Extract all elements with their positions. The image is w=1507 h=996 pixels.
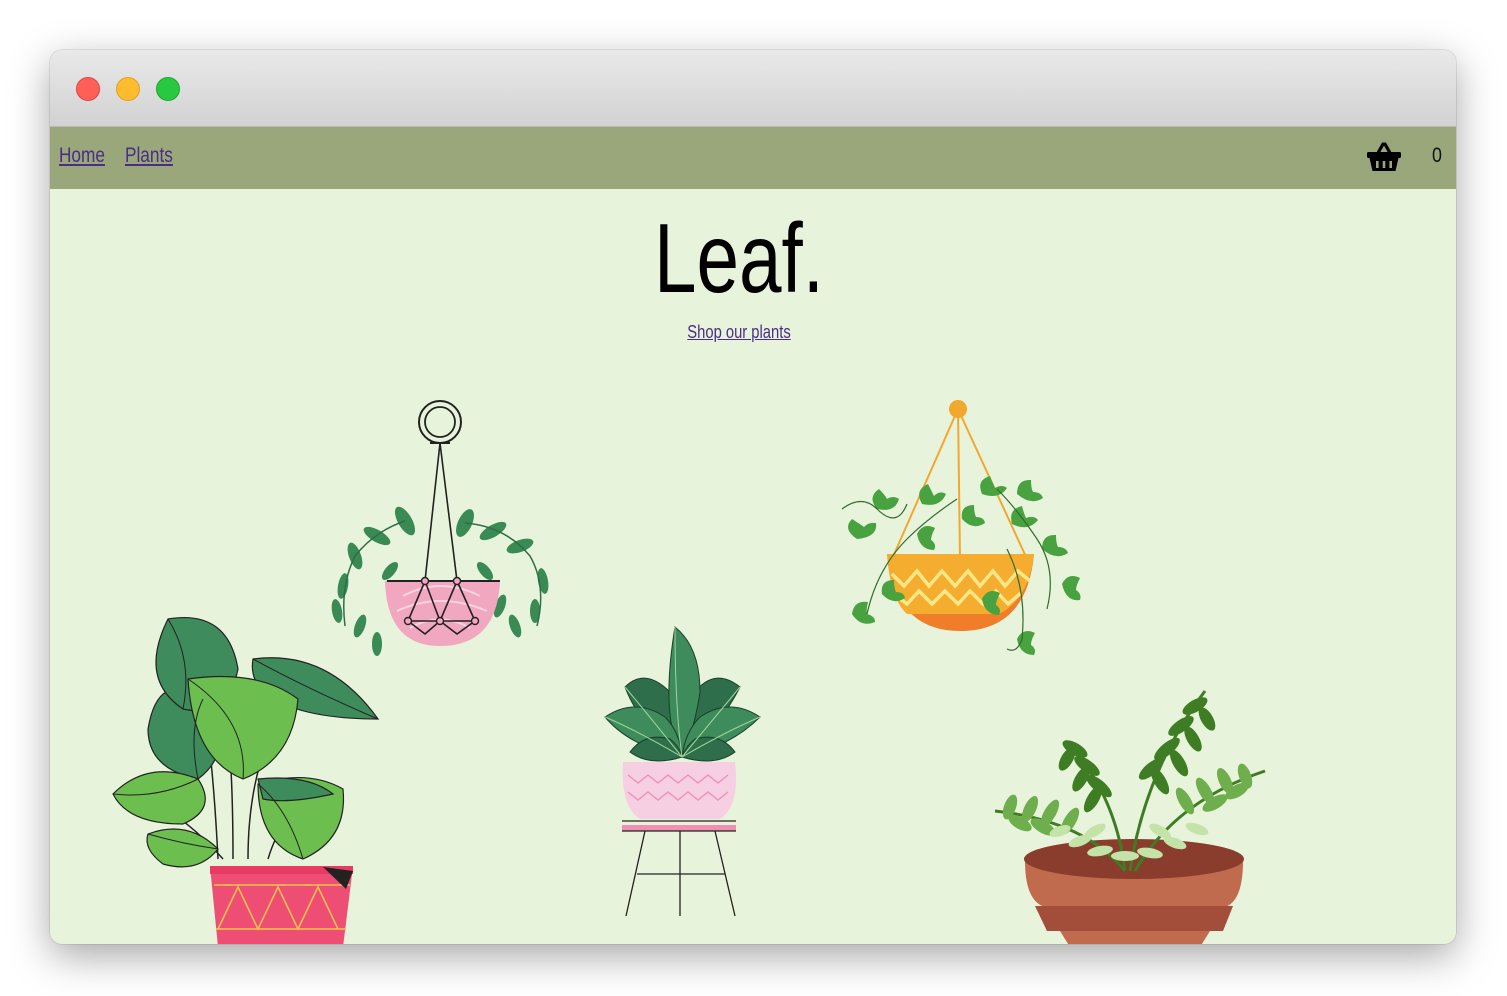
- window-titlebar: [50, 50, 1456, 127]
- navbar: Home Plants 0: [50, 127, 1456, 189]
- potted-plant-on-stand-illustration: [604, 626, 761, 917]
- hanging-yellow-basket-plant-illustration: [841, 400, 1081, 655]
- potted-fern-terracotta-illustration: [994, 690, 1266, 944]
- main-content: Leaf. Shop our plants: [50, 189, 1456, 944]
- potted-monstera-red-pot-illustration: [112, 617, 380, 944]
- page-title: Leaf.: [653, 203, 825, 313]
- basket-icon[interactable]: [1366, 141, 1402, 173]
- shop-plants-link[interactable]: Shop our plants: [174, 322, 1304, 343]
- minimize-window-button[interactable]: [116, 77, 140, 101]
- browser-window: Home Plants 0 Leaf. Shop our plants: [50, 50, 1456, 944]
- close-window-button[interactable]: [76, 77, 100, 101]
- nav-link-plants[interactable]: Plants: [125, 144, 173, 168]
- nav-link-home[interactable]: Home: [59, 144, 105, 168]
- cart-count: 0: [1432, 144, 1442, 167]
- maximize-window-button[interactable]: [156, 77, 180, 101]
